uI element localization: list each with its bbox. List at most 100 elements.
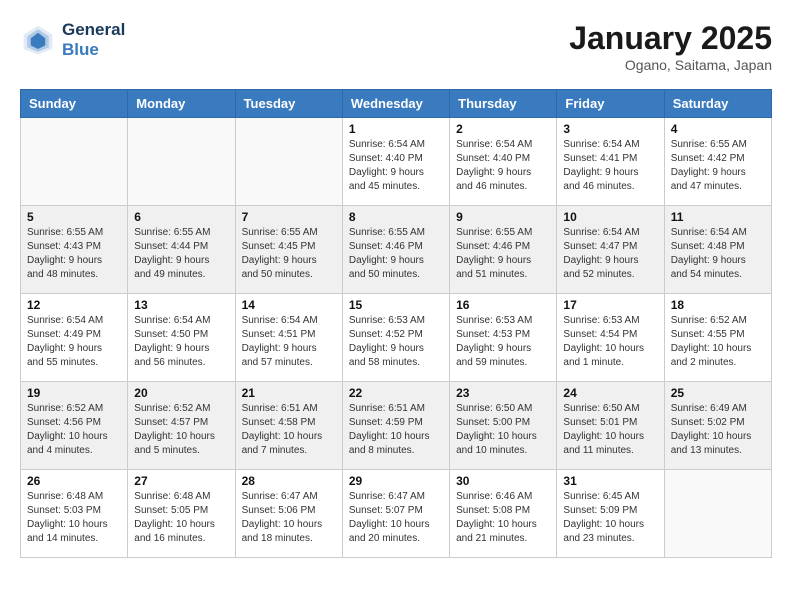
day-number: 8 [349, 210, 443, 224]
calendar-week-row: 12Sunrise: 6:54 AM Sunset: 4:49 PM Dayli… [21, 294, 772, 382]
title-block: January 2025 Ogano, Saitama, Japan [569, 20, 772, 73]
calendar-day: 14Sunrise: 6:54 AM Sunset: 4:51 PM Dayli… [235, 294, 342, 382]
calendar-week-row: 26 Sunrise: 6:48 AM Sunset: 5:03 PM Dayli… [21, 470, 772, 558]
day-info: Sunrise: 6:54 AM Sunset: 4:40 PM Dayligh… [349, 138, 443, 194]
day-number: 24 [563, 386, 657, 400]
calendar-header-row: SundayMondayTuesdayWednesdayThursdayFrid… [21, 90, 772, 118]
location: Ogano, Saitama, Japan [569, 57, 772, 73]
day-number: 25 [671, 386, 765, 400]
calendar-day: 28 Sunrise: 6:47 AM Sunset: 5:06 PM Dayli… [235, 470, 342, 558]
calendar-day [21, 118, 128, 206]
day-number: 15 [349, 298, 443, 312]
calendar-week-row: 1 Sunrise: 6:54 AM Sunset: 4:40 PM Daylig… [21, 118, 772, 206]
month-title: January 2025 [569, 20, 772, 57]
col-header-thursday: Thursday [450, 90, 557, 118]
day-number: 9 [456, 210, 550, 224]
calendar-day: 11Sunrise: 6:54 AM Sunset: 4:48 PM Dayli… [664, 206, 771, 294]
calendar-day: 30 Sunrise: 6:46 AM Sunset: 5:08 PM Dayli… [450, 470, 557, 558]
day-number: 6 [134, 210, 228, 224]
day-info: Sunrise: 6:48 AM Sunset: 5:03 PM Dayligh… [27, 490, 121, 546]
calendar-day: 13 Sunrise: 6:54 AM Sunset: 4:50 PM Dayli… [128, 294, 235, 382]
day-info: Sunrise: 6:49 AM Sunset: 5:02 PM Dayligh… [671, 402, 765, 458]
day-number: 26 [27, 474, 121, 488]
day-number: 21 [242, 386, 336, 400]
calendar-day [664, 470, 771, 558]
calendar-week-row: 5Sunrise: 6:55 AM Sunset: 4:43 PM Daylig… [21, 206, 772, 294]
day-info: Sunrise: 6:52 AM Sunset: 4:56 PM Dayligh… [27, 402, 121, 458]
day-number: 4 [671, 122, 765, 136]
day-info: Sunrise: 6:52 AM Sunset: 4:57 PM Dayligh… [134, 402, 228, 458]
day-info: Sunrise: 6:55 AM Sunset: 4:42 PM Dayligh… [671, 138, 765, 194]
day-number: 3 [563, 122, 657, 136]
calendar-day: 19 Sunrise: 6:52 AM Sunset: 4:56 PM Dayli… [21, 382, 128, 470]
day-number: 19 [27, 386, 121, 400]
col-header-tuesday: Tuesday [235, 90, 342, 118]
calendar-day: 15 Sunrise: 6:53 AM Sunset: 4:52 PM Dayli… [342, 294, 449, 382]
day-info: Sunrise: 6:50 AM Sunset: 5:01 PM Dayligh… [563, 402, 657, 458]
day-info: Sunrise: 6:47 AM Sunset: 5:06 PM Dayligh… [242, 490, 336, 546]
day-info: Sunrise: 6:50 AM Sunset: 5:00 PM Dayligh… [456, 402, 550, 458]
day-info: Sunrise: 6:51 AM Sunset: 4:58 PM Dayligh… [242, 402, 336, 458]
calendar-day: 10 Sunrise: 6:54 AM Sunset: 4:47 PM Dayli… [557, 206, 664, 294]
day-info: Sunrise: 6:47 AM Sunset: 5:07 PM Dayligh… [349, 490, 443, 546]
day-info: Sunrise: 6:46 AM Sunset: 5:08 PM Dayligh… [456, 490, 550, 546]
day-info: Sunrise: 6:53 AM Sunset: 4:53 PM Dayligh… [456, 314, 550, 370]
calendar-day: 1 Sunrise: 6:54 AM Sunset: 4:40 PM Daylig… [342, 118, 449, 206]
calendar-day: 31Sunrise: 6:45 AM Sunset: 5:09 PM Dayli… [557, 470, 664, 558]
day-number: 30 [456, 474, 550, 488]
day-number: 28 [242, 474, 336, 488]
calendar-day: 24 Sunrise: 6:50 AM Sunset: 5:01 PM Dayli… [557, 382, 664, 470]
calendar-day: 8 Sunrise: 6:55 AM Sunset: 4:46 PM Daylig… [342, 206, 449, 294]
day-info: Sunrise: 6:54 AM Sunset: 4:41 PM Dayligh… [563, 138, 657, 194]
calendar-day: 27 Sunrise: 6:48 AM Sunset: 5:05 PM Dayli… [128, 470, 235, 558]
calendar-day: 21 Sunrise: 6:51 AM Sunset: 4:58 PM Dayli… [235, 382, 342, 470]
calendar-day [235, 118, 342, 206]
day-number: 10 [563, 210, 657, 224]
day-number: 1 [349, 122, 443, 136]
day-number: 14 [242, 298, 336, 312]
calendar-day: 9 Sunrise: 6:55 AM Sunset: 4:46 PM Daylig… [450, 206, 557, 294]
calendar-day: 17Sunrise: 6:53 AM Sunset: 4:54 PM Dayli… [557, 294, 664, 382]
day-info: Sunrise: 6:54 AM Sunset: 4:40 PM Dayligh… [456, 138, 550, 194]
calendar-day: 22 Sunrise: 6:51 AM Sunset: 4:59 PM Dayli… [342, 382, 449, 470]
day-info: Sunrise: 6:48 AM Sunset: 5:05 PM Dayligh… [134, 490, 228, 546]
calendar-day: 12Sunrise: 6:54 AM Sunset: 4:49 PM Dayli… [21, 294, 128, 382]
day-number: 27 [134, 474, 228, 488]
day-info: Sunrise: 6:53 AM Sunset: 4:52 PM Dayligh… [349, 314, 443, 370]
day-number: 22 [349, 386, 443, 400]
calendar-day: 3 Sunrise: 6:54 AM Sunset: 4:41 PM Daylig… [557, 118, 664, 206]
day-number: 31 [563, 474, 657, 488]
day-info: Sunrise: 6:54 AM Sunset: 4:50 PM Dayligh… [134, 314, 228, 370]
col-header-saturday: Saturday [664, 90, 771, 118]
day-number: 23 [456, 386, 550, 400]
col-header-sunday: Sunday [21, 90, 128, 118]
day-info: Sunrise: 6:55 AM Sunset: 4:45 PM Dayligh… [242, 226, 336, 282]
day-info: Sunrise: 6:53 AM Sunset: 4:54 PM Dayligh… [563, 314, 657, 370]
day-info: Sunrise: 6:52 AM Sunset: 4:55 PM Dayligh… [671, 314, 765, 370]
day-number: 13 [134, 298, 228, 312]
day-info: Sunrise: 6:55 AM Sunset: 4:46 PM Dayligh… [456, 226, 550, 282]
calendar-day: 2 Sunrise: 6:54 AM Sunset: 4:40 PM Daylig… [450, 118, 557, 206]
col-header-wednesday: Wednesday [342, 90, 449, 118]
day-info: Sunrise: 6:54 AM Sunset: 4:48 PM Dayligh… [671, 226, 765, 282]
logo: General Blue [20, 20, 125, 61]
page-header: General Blue January 2025 Ogano, Saitama… [20, 20, 772, 73]
day-number: 5 [27, 210, 121, 224]
calendar-day: 18 Sunrise: 6:52 AM Sunset: 4:55 PM Dayli… [664, 294, 771, 382]
day-number: 18 [671, 298, 765, 312]
calendar-day: 5Sunrise: 6:55 AM Sunset: 4:43 PM Daylig… [21, 206, 128, 294]
day-info: Sunrise: 6:55 AM Sunset: 4:44 PM Dayligh… [134, 226, 228, 282]
day-info: Sunrise: 6:54 AM Sunset: 4:47 PM Dayligh… [563, 226, 657, 282]
calendar-day: 7Sunrise: 6:55 AM Sunset: 4:45 PM Daylig… [235, 206, 342, 294]
calendar-table: SundayMondayTuesdayWednesdayThursdayFrid… [20, 89, 772, 558]
day-info: Sunrise: 6:54 AM Sunset: 4:49 PM Dayligh… [27, 314, 121, 370]
calendar-day: 20 Sunrise: 6:52 AM Sunset: 4:57 PM Dayli… [128, 382, 235, 470]
day-number: 29 [349, 474, 443, 488]
calendar-day [128, 118, 235, 206]
day-number: 20 [134, 386, 228, 400]
day-number: 2 [456, 122, 550, 136]
day-info: Sunrise: 6:55 AM Sunset: 4:46 PM Dayligh… [349, 226, 443, 282]
logo-text: General Blue [62, 20, 125, 61]
day-info: Sunrise: 6:51 AM Sunset: 4:59 PM Dayligh… [349, 402, 443, 458]
logo-icon [20, 22, 56, 58]
